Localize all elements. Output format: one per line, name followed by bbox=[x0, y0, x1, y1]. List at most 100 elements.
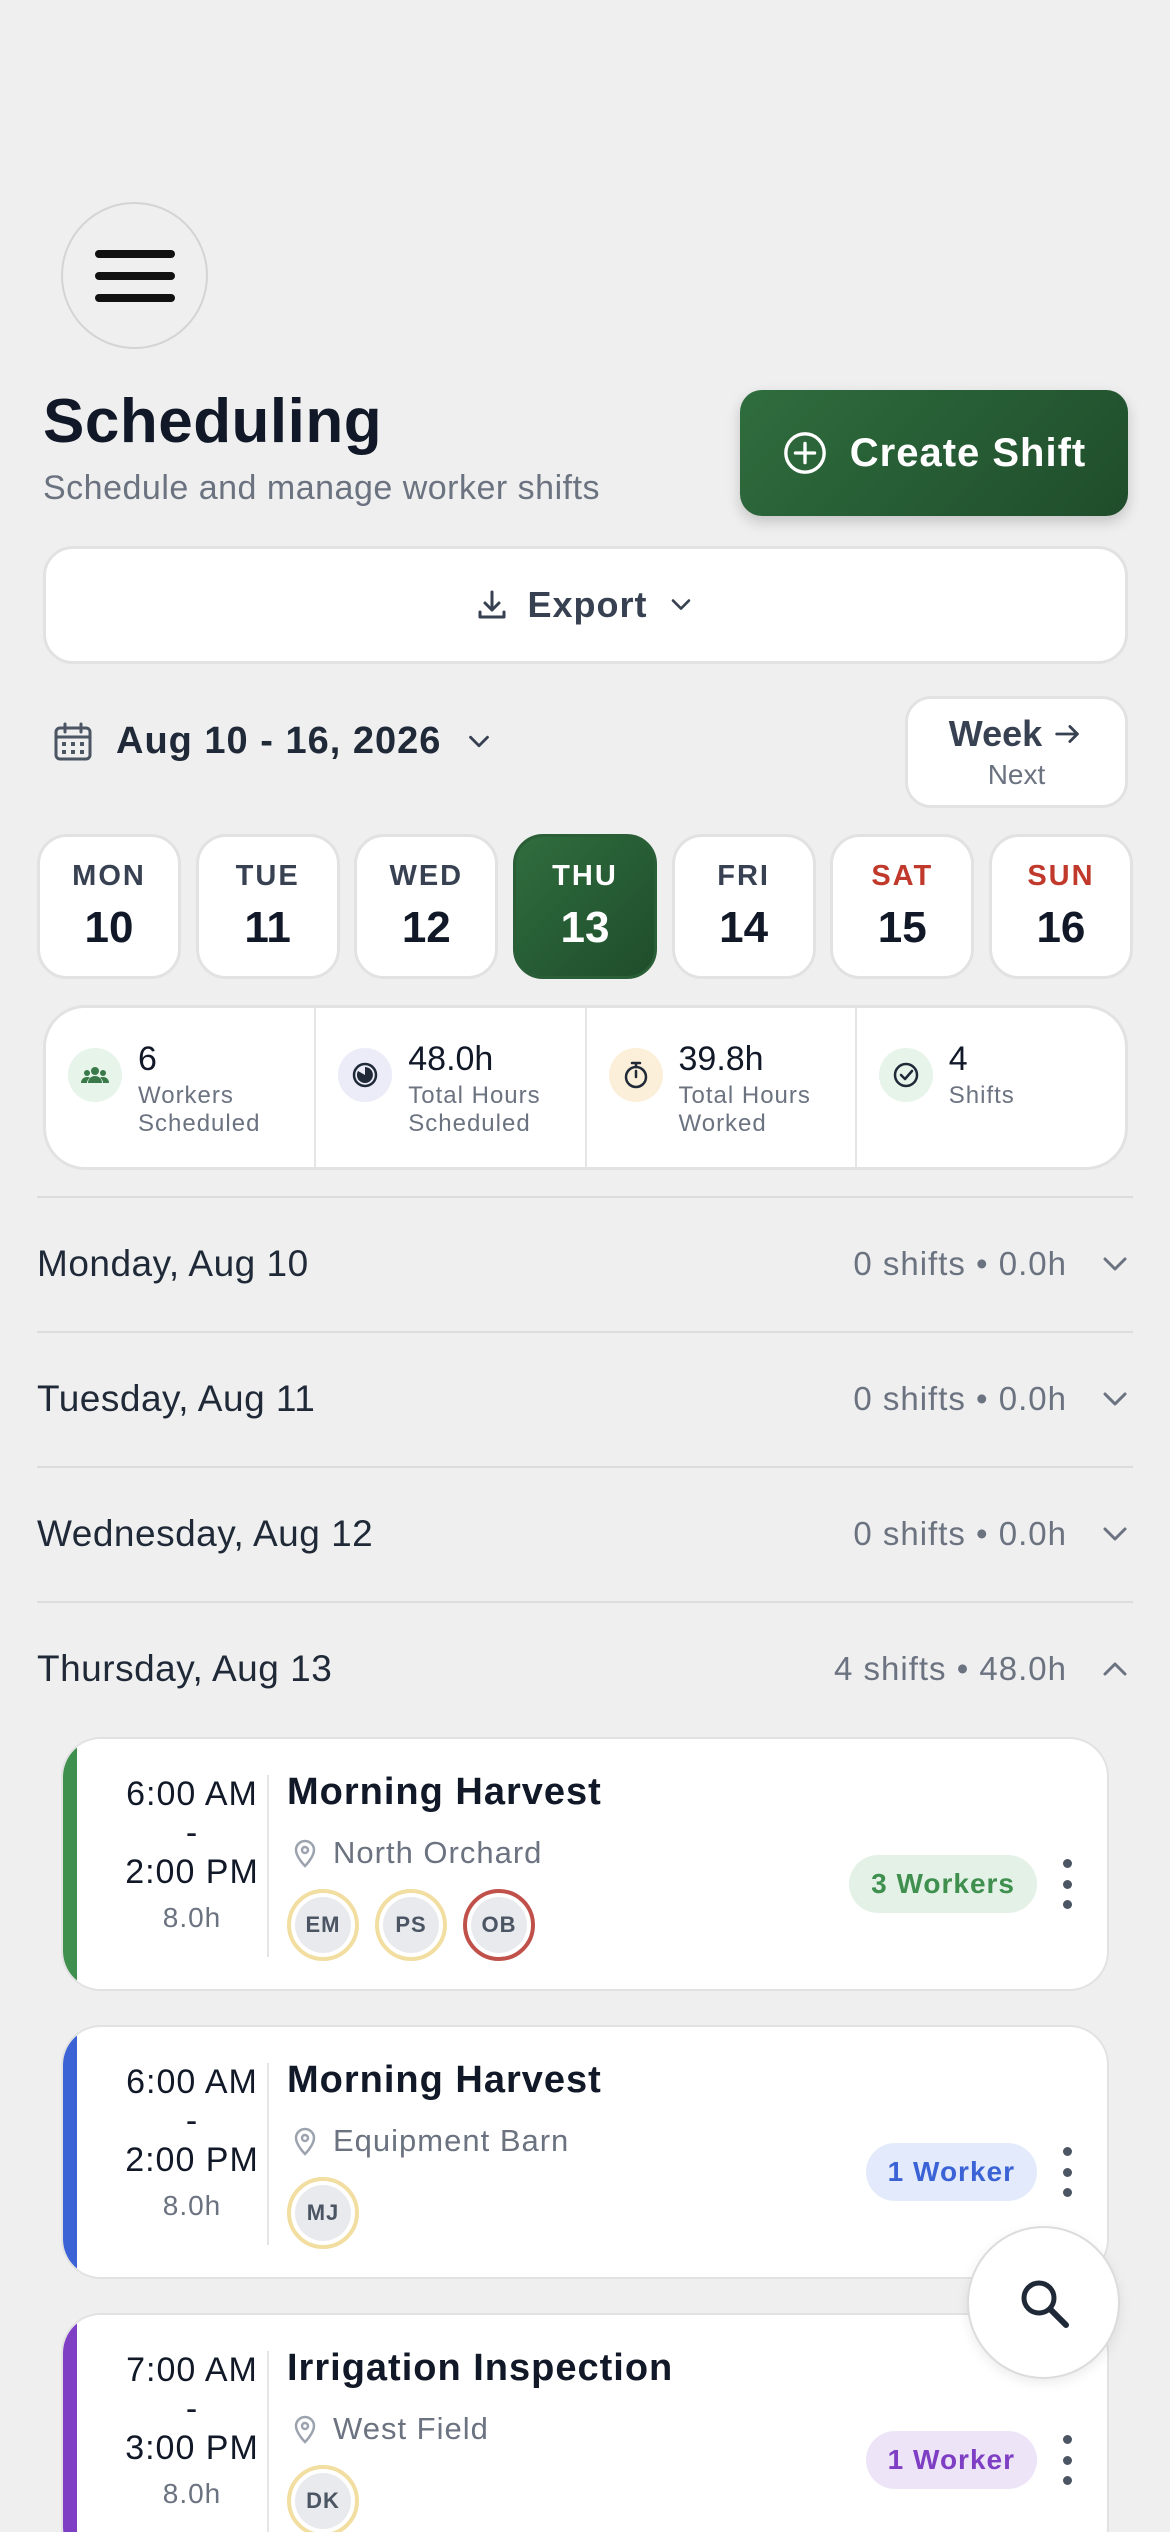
shift-location: North Orchard bbox=[289, 1835, 542, 1871]
shift-card[interactable]: 6:00 AM -2:00 PM 8.0h Morning Harvest Nort… bbox=[61, 1737, 1109, 1991]
calendar-icon bbox=[54, 722, 92, 760]
day-thu[interactable]: THU 13 bbox=[512, 834, 657, 979]
avatar[interactable]: DK bbox=[287, 2465, 359, 2532]
plus-circle-icon bbox=[783, 432, 826, 474]
day-row-tuesday[interactable]: Tuesday, Aug 11 0 shifts • 0.0h bbox=[37, 1334, 1133, 1464]
arrow-right-icon bbox=[1055, 725, 1080, 743]
avatar[interactable]: PS bbox=[375, 1889, 447, 1961]
shift-location-label: North Orchard bbox=[333, 1835, 543, 1870]
day-tue[interactable]: TUE 11 bbox=[195, 834, 340, 979]
day-row-summary: 0 shifts • 0.0h bbox=[853, 1515, 1067, 1552]
shift-name: Morning Harvest bbox=[287, 1771, 602, 1813]
day-row-wednesday[interactable]: Wednesday, Aug 12 0 shifts • 0.0h bbox=[37, 1469, 1133, 1599]
stat-workers: 6 Workers Scheduled bbox=[46, 1008, 317, 1167]
divider bbox=[267, 1775, 269, 1957]
day-sat[interactable]: SAT 15 bbox=[830, 834, 975, 979]
shift-card[interactable]: 6:00 AM -2:00 PM 8.0h Morning Harvest Equi… bbox=[61, 2025, 1109, 2279]
stat-label: Total Hours bbox=[408, 1082, 541, 1109]
day-mon[interactable]: MON 10 bbox=[37, 834, 181, 979]
chevron-down-icon bbox=[1103, 1257, 1127, 1271]
day-row-title: Tuesday, Aug 11 bbox=[37, 1378, 316, 1419]
shift-start: 7:00 AM bbox=[126, 2351, 258, 2389]
map-pin-icon bbox=[294, 2127, 316, 2156]
next-week-button[interactable]: Week Next bbox=[905, 696, 1128, 808]
shift-location-label: Equipment Barn bbox=[333, 2123, 570, 2158]
date-range-label: Aug 10 - 16, 2026 bbox=[116, 720, 442, 762]
stat-hours-worked: 39.8h Total Hours Worked bbox=[587, 1008, 857, 1167]
page-title: Scheduling bbox=[43, 387, 383, 456]
day-row-monday[interactable]: Monday, Aug 10 0 shifts • 0.0h bbox=[37, 1199, 1133, 1329]
shift-end: 2:00 PM bbox=[125, 1853, 259, 1892]
more-options-icon[interactable] bbox=[1057, 2435, 1077, 2485]
date-range-picker[interactable]: Aug 10 - 16, 2026 bbox=[52, 720, 495, 763]
avatar[interactable]: MJ bbox=[287, 2177, 359, 2249]
week-nav-sub: Next bbox=[987, 759, 1046, 790]
stat-hours-scheduled: 48.0h Total Hours Scheduled bbox=[316, 1008, 587, 1167]
day-row-title: Monday, Aug 10 bbox=[37, 1243, 309, 1284]
worker-count-badge: 1 Worker bbox=[865, 2143, 1037, 2201]
more-options-icon[interactable] bbox=[1057, 1859, 1077, 1909]
stat-label: Scheduled bbox=[138, 1109, 261, 1137]
more-options-icon[interactable] bbox=[1057, 2147, 1077, 2197]
shift-accent-bar bbox=[63, 2027, 77, 2277]
day-name: THU bbox=[552, 860, 618, 892]
shift-hours: 8.0h bbox=[162, 2478, 222, 2510]
day-date: 12 bbox=[401, 903, 451, 952]
day-sun[interactable]: SUN 16 bbox=[988, 834, 1133, 979]
shift-dash: - bbox=[185, 2390, 199, 2429]
day-row-summary: 0 shifts • 0.0h bbox=[853, 1245, 1067, 1282]
day-row-title: Wednesday, Aug 12 bbox=[37, 1513, 374, 1554]
export-button[interactable]: Export bbox=[43, 546, 1128, 664]
avatar[interactable]: OB bbox=[463, 1889, 535, 1961]
shift-hours: 8.0h bbox=[162, 1902, 222, 1934]
worker-count-badge: 3 Workers bbox=[849, 1855, 1037, 1913]
worker-avatars: EM PS OB bbox=[287, 1889, 535, 1961]
day-fri[interactable]: FRI 14 bbox=[671, 834, 816, 979]
divider bbox=[37, 1466, 1133, 1468]
create-shift-label: Create Shift bbox=[849, 430, 1087, 475]
avatar[interactable]: EM bbox=[287, 1889, 359, 1961]
export-label: Export bbox=[527, 584, 648, 625]
worker-count-badge: 1 Worker bbox=[865, 2431, 1037, 2489]
day-wed[interactable]: WED 12 bbox=[354, 834, 499, 979]
search-button[interactable] bbox=[967, 2226, 1120, 2379]
shift-location: Equipment Barn bbox=[289, 2123, 569, 2159]
shift-name: Morning Harvest bbox=[287, 2059, 602, 2101]
day-name: FRI bbox=[717, 860, 770, 892]
day-date: 13 bbox=[560, 903, 610, 952]
day-name: SAT bbox=[871, 860, 934, 892]
day-name: SUN bbox=[1027, 860, 1095, 892]
shift-time: 7:00 AM -3:00 PM 8.0h bbox=[77, 2351, 307, 2510]
stat-value: 48.0h bbox=[408, 1040, 494, 1078]
day-row-summary: 4 shifts • 48.0h bbox=[833, 1650, 1067, 1687]
chevron-down-icon bbox=[469, 735, 490, 747]
day-row-thursday[interactable]: Thursday, Aug 13 4 shifts • 48.0h bbox=[37, 1604, 1133, 1734]
avatar-initials: MJ bbox=[295, 2185, 351, 2241]
stats-card: 6 Workers Scheduled 48.0h Total Hours Schedu… bbox=[43, 1005, 1128, 1170]
shift-end: 2:00 PM bbox=[125, 2141, 259, 2180]
divider bbox=[37, 1601, 1133, 1603]
chevron-down-icon bbox=[1103, 1527, 1127, 1541]
divider bbox=[267, 2063, 269, 2245]
divider bbox=[37, 1331, 1133, 1333]
shift-card[interactable]: 7:00 AM -3:00 PM 8.0h Irrigation Inspectio… bbox=[61, 2313, 1109, 2532]
shift-dash: - bbox=[185, 2102, 199, 2141]
chevron-down-icon bbox=[1103, 1392, 1127, 1406]
shift-start: 6:00 AM bbox=[126, 1775, 258, 1813]
stat-shifts: 4 Shifts bbox=[857, 1008, 1125, 1167]
map-pin-icon bbox=[294, 1839, 316, 1868]
create-shift-button[interactable]: Create Shift bbox=[740, 390, 1128, 516]
search-icon bbox=[1021, 2280, 1069, 2328]
shift-hours: 8.0h bbox=[162, 2190, 222, 2222]
chevron-up-icon bbox=[1103, 1662, 1127, 1676]
hamburger-icon bbox=[94, 249, 175, 302]
shift-time: 6:00 AM -2:00 PM 8.0h bbox=[77, 2063, 307, 2222]
shift-accent-bar bbox=[63, 1739, 77, 1989]
week-nav-label: Week bbox=[948, 713, 1043, 754]
day-row-summary: 0 shifts • 0.0h bbox=[853, 1380, 1067, 1417]
worker-avatars: DK bbox=[287, 2465, 359, 2532]
day-date: 11 bbox=[244, 903, 291, 952]
menu-button[interactable] bbox=[61, 202, 208, 349]
avatar-initials: DK bbox=[295, 2473, 351, 2529]
page-subtitle: Schedule and manage worker shifts bbox=[43, 469, 601, 507]
